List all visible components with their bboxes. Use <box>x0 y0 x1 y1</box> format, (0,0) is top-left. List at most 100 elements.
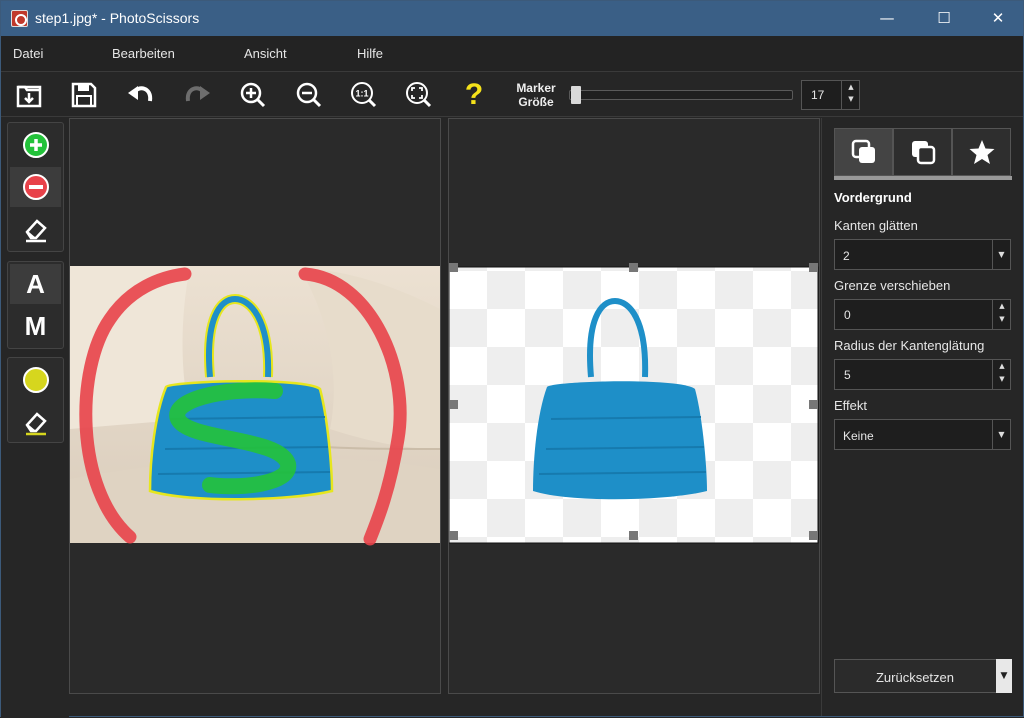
help-icon: ? <box>464 78 484 111</box>
auto-mode-icon: A <box>26 268 45 299</box>
close-icon: ✕ <box>991 9 1005 27</box>
undo-button[interactable] <box>125 79 157 111</box>
menu-bearbeiten[interactable]: Bearbeiten <box>112 46 175 61</box>
smoothing-radius-label: Radius der Kantenglätung <box>834 338 985 353</box>
zoom-actual-glyph: 1:1 <box>355 89 368 99</box>
zoom-in-button[interactable] <box>237 79 269 111</box>
help-button[interactable]: ? <box>458 79 490 111</box>
spin-down-icon[interactable]: ▼ <box>993 375 1011 390</box>
crop-handle[interactable] <box>809 531 818 540</box>
source-image-panel <box>69 118 441 694</box>
window-title: step1.jpg* - PhotoScissors <box>35 10 200 26</box>
foreground-marker-icon <box>22 132 49 158</box>
reset-button[interactable]: Zurücksetzen ▼ <box>834 659 1012 693</box>
open-icon <box>16 85 42 108</box>
auto-mode-button[interactable]: A <box>10 264 61 304</box>
tab-background[interactable] <box>893 128 952 176</box>
marker-label-line2: Größe <box>518 95 554 109</box>
app-icon <box>11 10 28 27</box>
color-marker-icon <box>22 367 49 393</box>
zoom-actual-icon: 1:1 <box>351 82 377 108</box>
menu-bar: Datei Bearbeiten Ansicht Hilfe <box>1 36 1023 72</box>
background-marker-button[interactable] <box>10 167 61 207</box>
undo-icon <box>128 86 153 102</box>
left-toolbar: A M <box>1 118 69 718</box>
smooth-edges-dropdown[interactable]: 2 ▼ <box>834 239 1011 270</box>
menu-ansicht[interactable]: Ansicht <box>244 46 287 61</box>
reset-button-label: Zurücksetzen <box>875 670 955 685</box>
smooth-edges-label: Kanten glätten <box>834 218 918 233</box>
minimize-button[interactable]: — <box>864 1 910 36</box>
open-button[interactable] <box>13 79 45 111</box>
minimize-icon: — <box>879 9 895 27</box>
close-button[interactable]: ✕ <box>975 1 1021 36</box>
background-marker-icon <box>22 174 49 200</box>
tab-effects[interactable] <box>952 128 1011 176</box>
manual-mode-button[interactable]: M <box>10 306 61 346</box>
save-icon <box>71 82 97 108</box>
settings-panel: Vordergrund Kanten glätten 2 ▼ Grenze ve… <box>821 118 1023 716</box>
color-eraser-icon <box>24 412 47 436</box>
crop-handle[interactable] <box>449 400 458 409</box>
redo-button[interactable] <box>181 79 213 111</box>
zoom-actual-button[interactable]: 1:1 <box>348 79 380 111</box>
menu-datei[interactable]: Datei <box>13 46 43 61</box>
foreground-tab-icon <box>851 139 875 163</box>
background-tab-icon <box>911 141 935 165</box>
crop-handle[interactable] <box>449 263 458 272</box>
crop-handle[interactable] <box>449 531 458 540</box>
zoom-in-icon <box>240 82 266 108</box>
result-preview-panel <box>448 118 820 694</box>
marker-size-label: Marker Größe <box>507 81 565 109</box>
eraser-icon <box>24 219 47 243</box>
chevron-down-icon: ▼ <box>992 240 1010 269</box>
section-title: Vordergrund <box>834 190 912 205</box>
zoom-fit-button[interactable] <box>403 79 435 111</box>
color-eraser-button[interactable] <box>10 402 61 442</box>
eraser-button[interactable] <box>10 209 61 249</box>
effects-tab-icon <box>969 140 994 164</box>
menu-hilfe[interactable]: Hilfe <box>357 46 383 61</box>
smoothing-radius-spinbox[interactable]: 5 ▲ ▼ <box>834 359 1011 390</box>
toolbar: 1:1 ? Marker Größe 17 ▲ ▼ <box>1 73 1023 117</box>
shift-boundary-label: Grenze verschieben <box>834 278 951 293</box>
crop-handle[interactable] <box>629 531 638 540</box>
marker-label-line1: Marker <box>516 81 556 95</box>
crop-handle[interactable] <box>809 400 818 409</box>
settings-tabs <box>834 128 1012 180</box>
save-button[interactable] <box>68 79 100 111</box>
redo-icon <box>185 86 210 102</box>
marker-size-spinbox[interactable]: 17 ▲ ▼ <box>801 80 860 110</box>
spin-down-icon[interactable]: ▼ <box>842 95 860 109</box>
color-marker-button[interactable] <box>10 360 61 400</box>
result-canvas[interactable] <box>449 119 819 693</box>
app-window: step1.jpg* - PhotoScissors — ☐ ✕ Datei B… <box>0 0 1024 718</box>
maximize-icon: ☐ <box>937 9 951 27</box>
smoothing-radius-value: 5 <box>844 367 851 382</box>
shift-boundary-value: 0 <box>844 307 851 322</box>
chevron-down-icon: ▼ <box>992 420 1010 449</box>
title-bar: step1.jpg* - PhotoScissors — ☐ ✕ <box>1 1 1023 36</box>
effect-dropdown[interactable]: Keine ▼ <box>834 419 1011 450</box>
zoom-out-button[interactable] <box>293 79 325 111</box>
maximize-button[interactable]: ☐ <box>921 1 967 36</box>
crop-handle[interactable] <box>809 263 818 272</box>
marker-size-value: 17 <box>811 88 825 102</box>
source-image-canvas[interactable] <box>70 119 440 693</box>
spin-down-icon[interactable]: ▼ <box>993 315 1011 330</box>
crop-handle[interactable] <box>629 263 638 272</box>
manual-mode-icon: M <box>24 310 47 341</box>
marker-size-slider-thumb[interactable] <box>571 86 582 104</box>
smooth-edges-value: 2 <box>843 249 850 263</box>
effect-value: Keine <box>843 429 874 443</box>
mode-tool-group: A M <box>7 261 64 349</box>
zoom-fit-icon <box>406 82 432 108</box>
zoom-out-icon <box>296 82 322 108</box>
shift-boundary-spinbox[interactable]: 0 ▲ ▼ <box>834 299 1011 330</box>
reset-dropdown-arrow-icon[interactable]: ▼ <box>996 659 1012 693</box>
effect-label: Effekt <box>834 398 868 413</box>
marker-size-slider[interactable] <box>569 90 793 100</box>
color-tool-group <box>7 357 64 443</box>
foreground-marker-button[interactable] <box>10 125 61 165</box>
tab-foreground[interactable] <box>834 128 893 176</box>
